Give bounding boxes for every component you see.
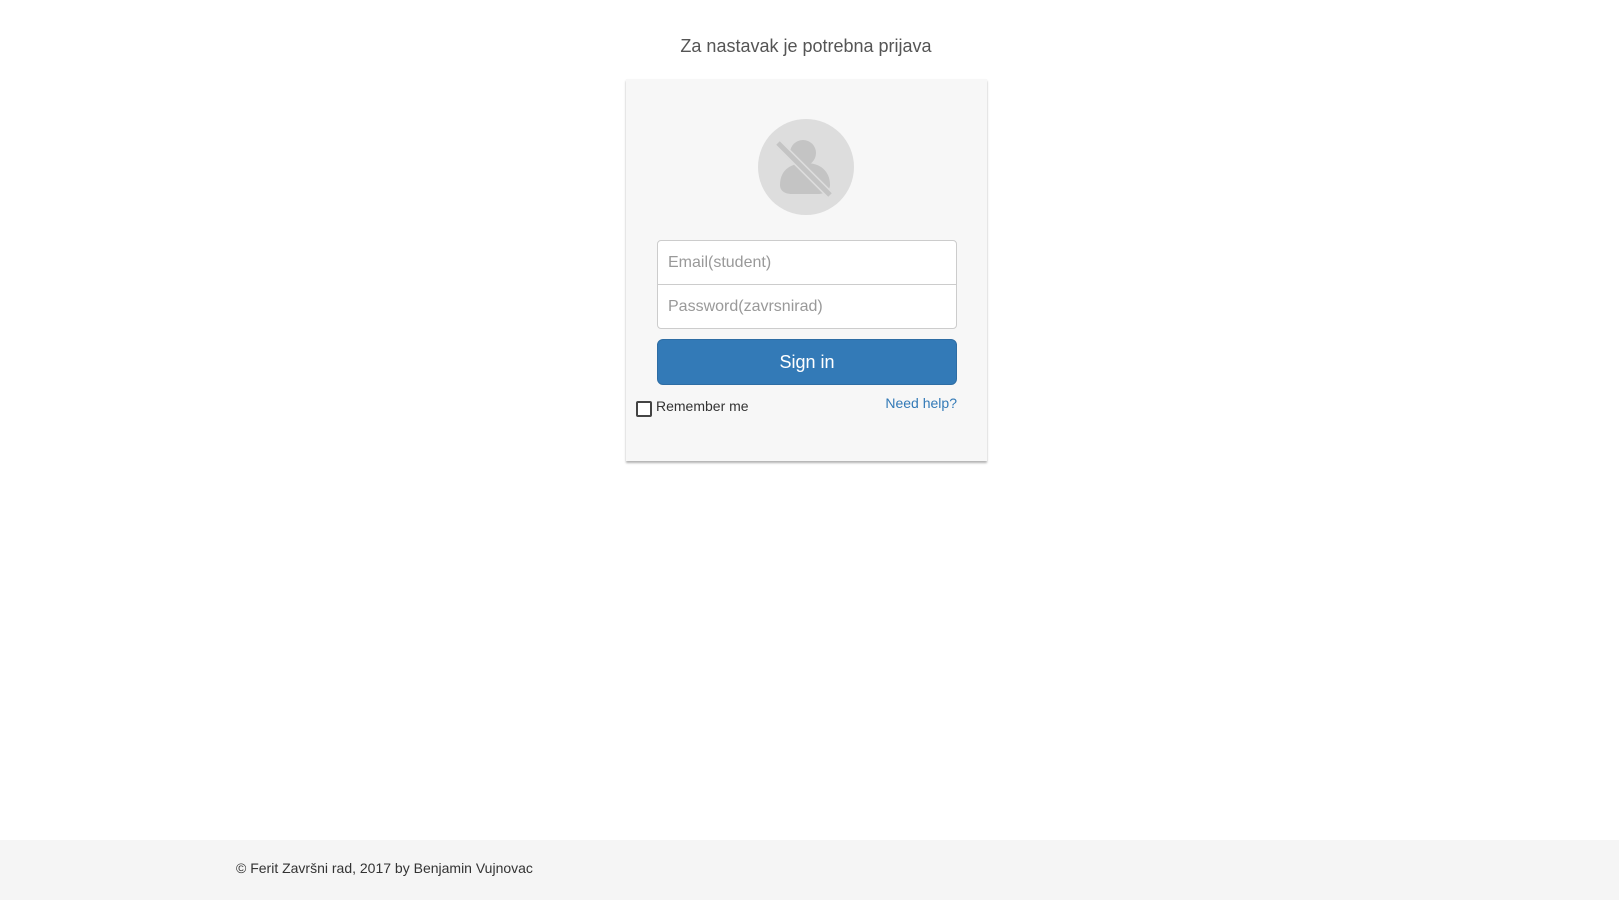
footer: © Ferit Završni rad, 2017 by Benjamin Vu… bbox=[0, 840, 1619, 900]
password-field[interactable] bbox=[657, 284, 957, 329]
need-help-link[interactable]: Need help? bbox=[885, 395, 957, 411]
page-title: Za nastavak je potrebna prijava bbox=[680, 36, 932, 56]
remember-me-label: Remember me bbox=[656, 398, 749, 414]
remember-me-checkbox[interactable] bbox=[636, 401, 652, 417]
login-page: Za nastavak je potrebna prijava Sign in … bbox=[0, 0, 1619, 900]
remember-me: Remember me bbox=[636, 395, 749, 417]
login-card: Sign in Remember me Need help? bbox=[626, 79, 987, 461]
user-disabled-icon bbox=[758, 119, 854, 215]
footer-copyright: © Ferit Završni rad, 2017 by Benjamin Vu… bbox=[236, 860, 533, 876]
sign-in-button[interactable]: Sign in bbox=[657, 339, 957, 385]
avatar-graphic bbox=[774, 139, 834, 199]
email-field[interactable] bbox=[657, 240, 957, 285]
